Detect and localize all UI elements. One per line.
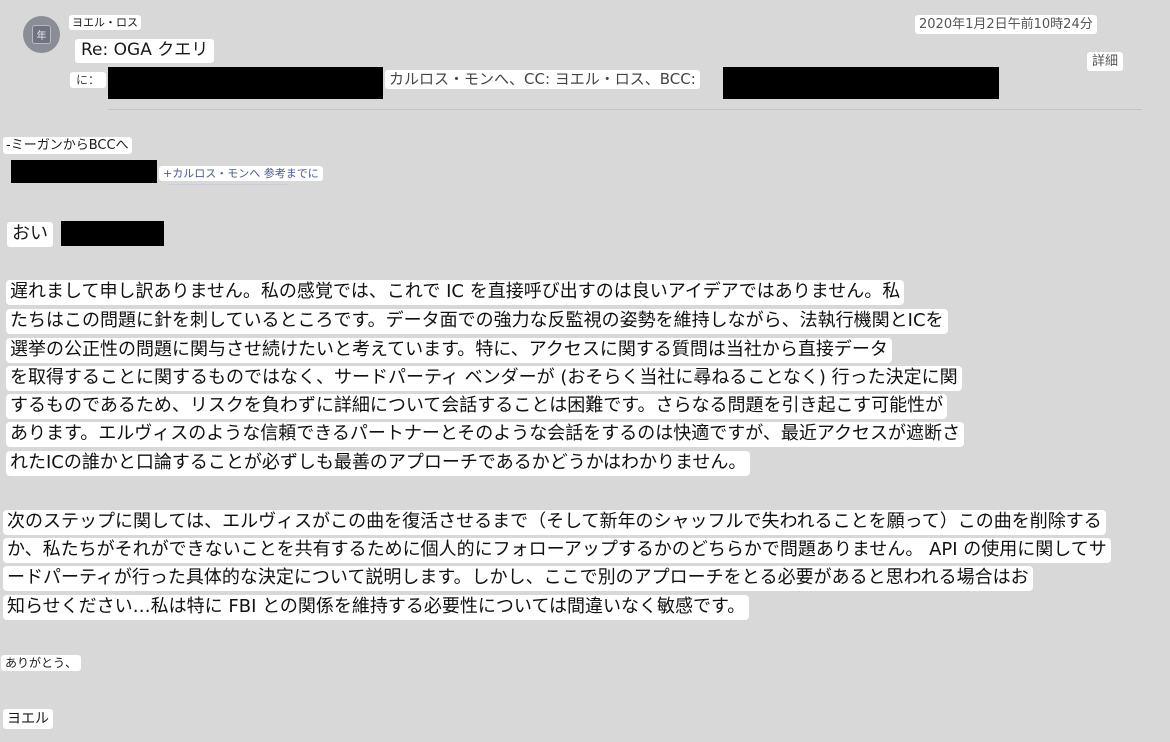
paragraph1-line: あります。エルヴィスのような信頼できるパートナーとそのような会話をするのは快適で… xyxy=(6,422,965,447)
details-button[interactable]: 詳細 xyxy=(1087,52,1124,71)
recipients-list[interactable]: カルロス・モンへ、CC: ヨエル・ロス、BCC: xyxy=(385,70,700,89)
email-timestamp: 2020年1月2日午前10時24分 xyxy=(915,15,1097,34)
paragraph1-line: たちはこの問題に針を刺しているところです。データ面での強力な反監視の姿勢を維持し… xyxy=(6,309,948,334)
redacted-recipient xyxy=(108,67,383,99)
signature: ヨエル xyxy=(3,709,53,729)
bcc-note: -ミーガンからBCCへ xyxy=(3,137,132,154)
sender-avatar: 年 xyxy=(23,16,60,53)
closing-text: ありがとう、 xyxy=(1,655,82,671)
header-divider xyxy=(108,109,1142,110)
paragraph1-line: を取得することに関するものではなく、サードパーティ ベンダーが (おそらく当社に… xyxy=(6,366,962,391)
redacted-bcc xyxy=(723,67,999,99)
greeting: おい xyxy=(7,222,53,247)
sender-name[interactable]: ヨエル・ロス xyxy=(69,15,141,30)
paragraph1-line: れたICの誰かと口論することが必ずしも最善のアプローチであるかどうかはわかりませ… xyxy=(6,451,751,476)
avatar-glyph: 年 xyxy=(32,25,51,44)
paragraph1-line: するものであるため、リスクを負わずに詳細について会話することは困難です。さらなる… xyxy=(6,394,948,419)
email-subject: Re: OGA クエリ xyxy=(75,39,215,63)
paragraph1-line: 遅れまして申し訳ありません。私の感覚では、これで IC を直接呼び出すのは良いア… xyxy=(6,280,905,305)
paragraph1-line: 選挙の公正性の問題に関与させ続けたいと考えています。特に、アクセスに関する質問は… xyxy=(6,338,892,363)
link-underline xyxy=(169,184,289,185)
redacted-quote-name xyxy=(11,160,157,183)
plus-note-link[interactable]: +カルロス・モンへ 参考までに xyxy=(159,166,323,181)
paragraph2-line: 次のステップに関しては、エルヴィスがこの曲を復活させるまで（そして新年のシャッフ… xyxy=(3,510,1106,535)
paragraph2-line: か、私たちがそれができないことを共有するために個人的にフォローアップするかのどち… xyxy=(3,538,1111,563)
paragraph2-line: ードパーティが行った具体的な決定について説明します。しかし、ここで別のアプローチ… xyxy=(3,566,1033,591)
redacted-greeting-name xyxy=(61,221,164,246)
to-label: に： xyxy=(70,72,107,88)
paragraph2-line: 知らせください…私は特に FBI との関係を維持する必要性については間違いなく敏… xyxy=(3,595,750,620)
